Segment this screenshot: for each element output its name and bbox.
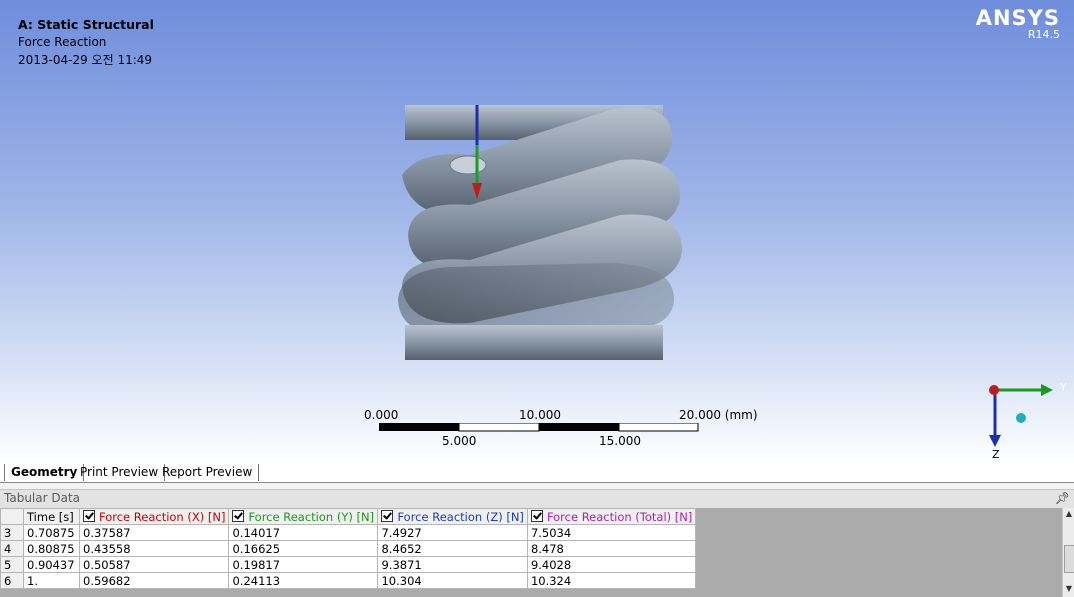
cell-force-total[interactable]: 7.5034	[526, 524, 697, 541]
coil-hole	[449, 155, 487, 175]
cell-force-z[interactable]: 10.304	[377, 572, 528, 589]
row-number: 4	[0, 540, 24, 557]
cell-force-x[interactable]: 0.43558	[78, 540, 230, 557]
bottom-plate	[405, 325, 663, 360]
cell-force-z[interactable]: 9.3871	[377, 556, 528, 573]
cell-time[interactable]: 0.80875	[23, 540, 80, 557]
pin-icon[interactable]: 📌︎	[1055, 491, 1070, 505]
tab-geometry[interactable]: Geometry	[4, 464, 85, 481]
row-number: 6	[0, 572, 24, 589]
cell-force-x[interactable]: 0.50587	[78, 556, 230, 573]
scale-label-10: 10.000	[519, 408, 561, 422]
cell-force-total[interactable]: 8.478	[526, 540, 697, 557]
graphics-viewport[interactable]: A: Static Structural Force Reaction 2013…	[0, 0, 1074, 465]
checkbox-force-total[interactable]	[530, 509, 543, 522]
logo-brand: ANSYS	[975, 6, 1060, 30]
cell-force-z[interactable]: 7.4927	[377, 524, 528, 541]
checkbox-force-x[interactable]	[83, 509, 95, 522]
row-number: 5	[0, 556, 24, 573]
table-row[interactable]: 4 0.80875 0.43558 0.16625 8.4652 8.478	[0, 540, 697, 557]
cell-time[interactable]: 1.	[23, 572, 80, 589]
result-name: Force Reaction	[18, 35, 107, 49]
column-header-time[interactable]: Time [s]	[23, 508, 80, 525]
triad-y-label: Y	[1059, 381, 1067, 394]
table-row[interactable]: 6 1. 0.59682 0.24113 10.304 10.324	[0, 572, 697, 589]
scale-label-15: 15.000	[599, 434, 641, 448]
column-header-force-x[interactable]: Force Reaction (X) [N]	[78, 508, 230, 525]
view-tab-strip: Geometry Print Preview Report Preview	[0, 464, 1074, 483]
table-vertical-scrollbar[interactable]: ▲ ▼	[1062, 508, 1074, 597]
coil-4	[398, 263, 675, 335]
timestamp: 2013-04-29 오전 11:49	[18, 53, 153, 67]
ansys-logo: ANSYS R14.5	[976, 6, 1060, 41]
tabular-data-grid[interactable]: Time [s] Force Reaction (X) [N] Force Re…	[0, 508, 1062, 597]
table-row[interactable]: 3 0.70875 0.37587 0.14017 7.4927 7.5034	[0, 524, 697, 541]
column-header-force-z[interactable]: Force Reaction (Z) [N]	[377, 508, 528, 525]
cell-time[interactable]: 0.90437	[23, 556, 80, 573]
tabular-data-title: Tabular Data	[4, 491, 81, 505]
scroll-thumb[interactable]	[1064, 545, 1074, 573]
column-header-force-total[interactable]: Force Reaction (Total) [N]	[526, 508, 697, 525]
spring-model[interactable]	[380, 95, 700, 370]
cell-time[interactable]: 0.70875	[23, 524, 80, 541]
cell-force-x[interactable]: 0.59682	[78, 572, 230, 589]
triad-z-label: Z	[992, 448, 1000, 460]
cell-force-y[interactable]: 0.16625	[228, 540, 379, 557]
row-number-header	[0, 508, 24, 525]
scale-ruler	[379, 423, 699, 432]
scroll-up-icon[interactable]: ▲	[1063, 508, 1074, 520]
cell-force-x[interactable]: 0.37587	[78, 524, 230, 541]
cell-force-y[interactable]: 0.24113	[228, 572, 379, 589]
checkbox-force-z[interactable]	[381, 509, 394, 522]
tab-report-preview[interactable]: Report Preview	[156, 464, 260, 481]
table-header-row: Time [s] Force Reaction (X) [N] Force Re…	[0, 508, 697, 525]
global-axis-triad[interactable]: Y Z	[975, 375, 1070, 460]
tab-print-preview[interactable]: Print Preview	[74, 464, 166, 481]
scale-label-0: 0.000	[364, 408, 399, 422]
analysis-title: A: Static Structural	[18, 17, 154, 32]
tabular-data-header: Tabular Data 📌︎	[0, 489, 1074, 509]
cell-force-total[interactable]: 9.4028	[526, 556, 697, 573]
row-number: 3	[0, 524, 24, 541]
cell-force-total[interactable]: 10.324	[526, 572, 697, 589]
scale-label-20: 20.000 (mm)	[679, 408, 758, 422]
column-header-force-y[interactable]: Force Reaction (Y) [N]	[228, 508, 379, 525]
cell-force-z[interactable]: 8.4652	[377, 540, 528, 557]
table-row[interactable]: 5 0.90437 0.50587 0.19817 9.3871 9.4028	[0, 556, 697, 573]
cell-force-y[interactable]: 0.14017	[228, 524, 379, 541]
scale-label-5: 5.000	[442, 434, 477, 448]
scale-bar: 0.000 10.000 20.000 (mm) 5.000 15.000	[362, 406, 762, 456]
scroll-down-icon[interactable]: ▼	[1063, 583, 1074, 595]
checkbox-force-y[interactable]	[232, 509, 245, 522]
cell-force-y[interactable]: 0.19817	[228, 556, 379, 573]
